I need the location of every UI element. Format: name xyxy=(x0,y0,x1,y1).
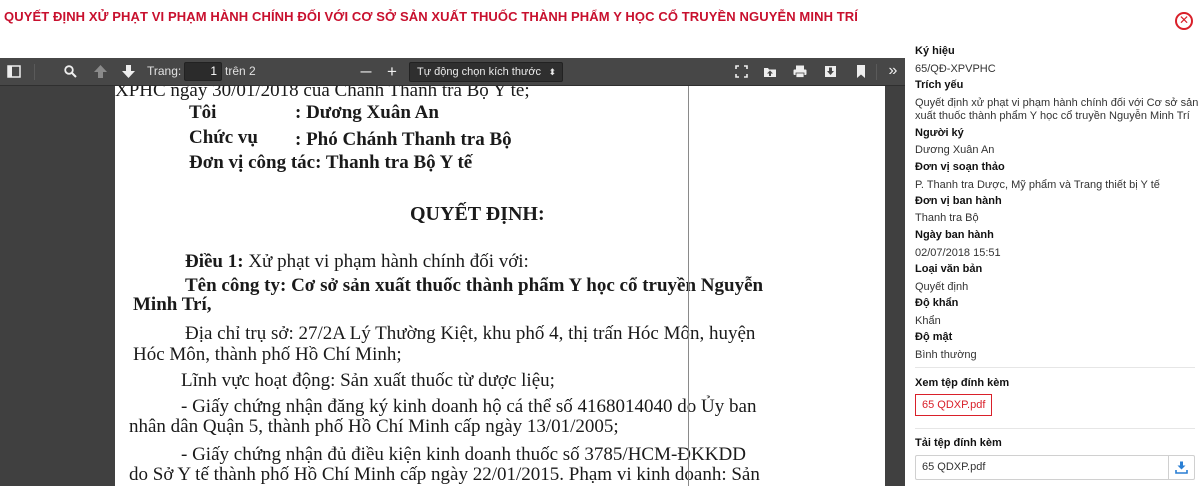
close-button[interactable]: ✕ xyxy=(1175,12,1193,30)
arrow-down-icon xyxy=(121,65,135,78)
fullscreen-icon xyxy=(734,65,748,78)
ky-hieu-label: Ký hiệu xyxy=(915,45,955,57)
doc-article-text: Xử phạt vi phạm hành chính đối với: xyxy=(243,251,529,272)
do-khan-value: Khẩn xyxy=(915,315,941,327)
nguoi-ky-value: Dương Xuân An xyxy=(915,144,995,156)
dialog-header: QUYẾT ĐỊNH XỬ PHẠT VI PHẠM HÀNH CHÍNH ĐỐ… xyxy=(0,0,1200,40)
view-attachment-link[interactable]: 65 QDXP.pdf xyxy=(915,394,993,416)
sidebar-toggle-button[interactable] xyxy=(6,63,22,81)
zoom-out-button[interactable]: — xyxy=(358,63,374,81)
doc-line: - Giấy chứng nhận đủ điều kiện kinh doan… xyxy=(181,444,746,465)
doc-line: Đơn vị công tác: Thanh tra Bộ Y tế xyxy=(189,152,473,173)
doc-line: - Giấy chứng nhận đăng ký kinh doanh hộ … xyxy=(181,396,757,417)
doc-article-label: Điều 1: xyxy=(185,251,244,272)
open-file-icon xyxy=(764,68,776,77)
next-page-button[interactable] xyxy=(120,63,136,81)
loai-van-ban-label: Loại văn bản xyxy=(915,263,983,275)
ky-hieu-value: 65/QĐ-XPVPHC xyxy=(915,63,996,75)
doc-line: Tên công ty: Cơ sở sản xuất thuốc thành … xyxy=(185,275,764,296)
pdf-page: XPHC ngày 30/01/2018 của Chánh Thanh tra… xyxy=(115,86,885,486)
doc-line: Hóc Môn, thành phố Hồ Chí Minh; xyxy=(133,344,402,365)
bookmark-button[interactable] xyxy=(854,63,868,81)
section-divider xyxy=(915,428,1195,429)
chevron-down-icon: ⬍ xyxy=(548,67,556,77)
page-total: trên 2 xyxy=(225,64,256,78)
doc-line: nhân dân Quận 5, thành phố Hồ Chí Minh c… xyxy=(129,416,619,437)
trich-yeu-label: Trích yếu xyxy=(915,79,964,91)
doc-line: Địa chỉ trụ sở: 27/2A Lý Thường Kiệt, kh… xyxy=(185,323,756,344)
don-vi-soan-label: Đơn vị soạn thảo xyxy=(915,161,1005,173)
loai-van-ban-value: Quyết định xyxy=(915,281,969,293)
fullscreen-button[interactable] xyxy=(733,63,749,81)
xem-tep-label: Xem tệp đính kèm xyxy=(915,377,1010,389)
download-icon xyxy=(824,66,836,77)
doc-line: Điều 1: Xử phạt vi phạm hành chính đối v… xyxy=(185,251,529,273)
section-divider xyxy=(915,367,1195,368)
doc-line: XPHC ngày 30/01/2018 của Chánh Thanh tra… xyxy=(115,86,530,101)
toolbar-divider xyxy=(876,64,877,80)
search-icon xyxy=(63,65,77,78)
doc-line: Chức vụ xyxy=(189,127,258,148)
download-attachment-row: 65 QDXP.pdf xyxy=(915,455,1195,480)
don-vi-ban-hanh-value: Thanh tra Bộ xyxy=(915,212,979,224)
don-vi-ban-hanh-label: Đơn vị ban hành xyxy=(915,195,1002,207)
pdf-toolbar: Trang: 1 trên 2 — + Tự động chọn kích th… xyxy=(0,58,905,86)
do-mat-label: Độ mật xyxy=(915,331,953,343)
doc-line: : Dương Xuân An xyxy=(295,102,439,123)
bookmark-icon xyxy=(857,65,865,78)
document-info-panel: Ký hiệu 65/QĐ-XPVPHC Trích yếu Quyết địn… xyxy=(905,40,1200,486)
previous-page-button[interactable] xyxy=(92,63,108,81)
do-khan-label: Độ khẩn xyxy=(915,297,959,309)
doc-line: : Phó Chánh Thanh tra Bộ xyxy=(295,129,512,150)
open-file-button[interactable] xyxy=(762,63,778,81)
doc-heading: QUYẾT ĐỊNH: xyxy=(410,203,545,225)
search-button[interactable] xyxy=(62,63,78,81)
download-icon xyxy=(1175,461,1188,474)
doc-line: Minh Trí, xyxy=(133,294,212,315)
page-title: QUYẾT ĐỊNH XỬ PHẠT VI PHẠM HÀNH CHÍNH ĐỐ… xyxy=(4,9,859,24)
page-label: Trang: xyxy=(147,64,182,78)
page-number-input[interactable]: 1 xyxy=(184,62,222,81)
doc-line: Tôi xyxy=(189,102,217,123)
trich-yeu-value: Quyết định xử phạt vi phạm hành chính đố… xyxy=(915,97,1199,122)
toolbar-divider xyxy=(34,64,35,80)
don-vi-soan-value: P. Thanh tra Dược, Mỹ phẩm và Trang thiế… xyxy=(915,179,1160,191)
more-tools-button[interactable]: » xyxy=(886,63,900,81)
do-mat-value: Bình thường xyxy=(915,349,977,361)
tai-tep-label: Tải tệp đính kèm xyxy=(915,437,1002,449)
close-icon: ✕ xyxy=(1178,13,1190,27)
print-icon xyxy=(793,65,807,78)
nguoi-ky-label: Người ký xyxy=(915,127,964,139)
print-button[interactable] xyxy=(792,63,808,81)
pdf-viewer[interactable]: Trang: 1 trên 2 — + Tự động chọn kích th… xyxy=(0,58,905,486)
ngay-ban-hanh-label: Ngày ban hành xyxy=(915,229,994,241)
zoom-select-value: Tự động chọn kích thước xyxy=(417,66,542,78)
zoom-select[interactable]: Tự động chọn kích thước ⬍ xyxy=(409,62,563,82)
zoom-in-button[interactable]: + xyxy=(384,63,400,81)
download-button[interactable] xyxy=(822,63,838,81)
download-attachment-filename: 65 QDXP.pdf xyxy=(922,461,986,473)
arrow-up-icon xyxy=(93,65,107,78)
download-attachment-button[interactable] xyxy=(1168,456,1194,479)
doc-line: do Sở Y tế thành phố Hồ Chí Minh cấp ngà… xyxy=(129,464,760,485)
ngay-ban-hanh-value: 02/07/2018 15:51 xyxy=(915,247,1001,259)
sidebar-toggle-icon xyxy=(7,65,21,78)
page-fold-line xyxy=(688,86,689,486)
doc-line: Lĩnh vực hoạt động: Sản xuất thuốc từ dư… xyxy=(181,370,555,391)
